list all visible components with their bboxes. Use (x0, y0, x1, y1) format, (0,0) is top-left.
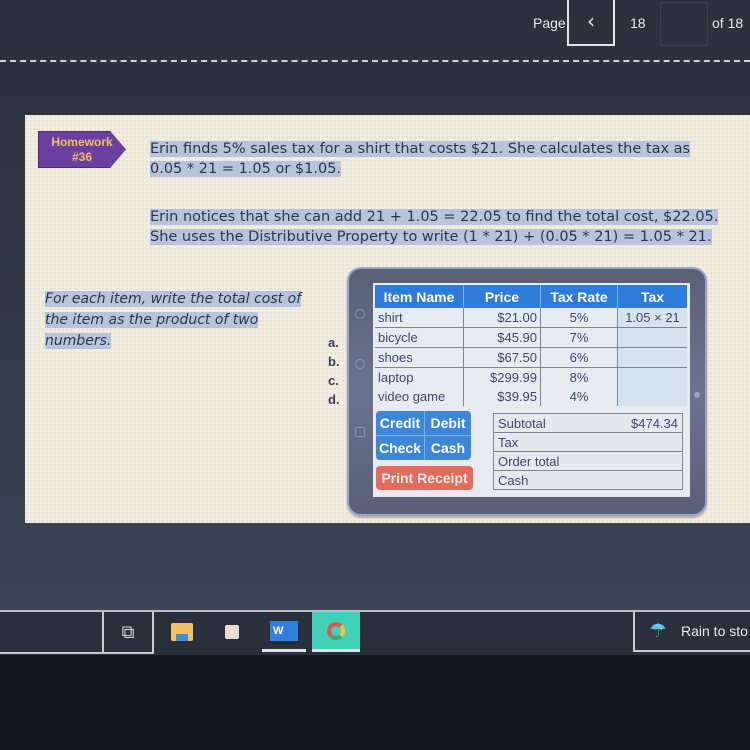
item-price: $39.95 (463, 387, 541, 406)
task-view-icon: ⧉ (121, 621, 135, 643)
homework-slide: Homework #36 Erin finds 5% sales tax for… (25, 115, 750, 523)
taskbar: ⧉ W ☂ Rain to sto (0, 610, 750, 655)
page-navigation: Page ‹ 18 of 18 (0, 0, 750, 60)
order-summary: Subtotal $474.34 Tax Order total Cash (493, 413, 683, 490)
table-row: shirt $21.00 5% 1.05 × 21 (375, 308, 687, 328)
col-header-tax-rate: Tax Rate (540, 285, 618, 308)
table-header-row: Item Name Price Tax Rate Tax (375, 285, 687, 308)
item-letters: a. b. c. d. (328, 333, 348, 409)
summary-label: Order total (493, 451, 599, 471)
paragraph2-line1: Erin notices that she can add 21 + 1.05 … (150, 209, 719, 225)
summary-value: $474.34 (598, 413, 683, 433)
page-label: Page (533, 15, 566, 31)
problem-paragraph-1: Erin finds 5% sales tax for a shirt that… (150, 139, 740, 179)
instruction-text: For each item, write the total cost of t… (45, 289, 323, 352)
item-tax-rate: 7% (540, 327, 618, 348)
screen: Page ‹ 18 of 18 Homework #36 Erin finds … (0, 0, 750, 610)
page-total: of 18 (712, 15, 744, 31)
item-letter: d. (328, 392, 340, 407)
previous-page-button[interactable]: ‹ (567, 0, 615, 46)
col-header-item-name: Item Name (375, 285, 464, 308)
next-page-button[interactable] (660, 2, 708, 46)
item-tax[interactable] (617, 347, 687, 368)
item-tax-rate: 5% (540, 308, 618, 328)
item-name: shoes (375, 347, 464, 368)
instruction-content: For each item, write the total cost of t… (45, 291, 302, 349)
cash-button[interactable]: Cash (425, 436, 471, 460)
col-header-tax: Tax (617, 285, 687, 308)
folder-icon (171, 623, 193, 641)
item-tax-rate: 6% (540, 347, 618, 368)
chrome-button[interactable] (312, 612, 360, 652)
summary-label: Subtotal (493, 413, 599, 433)
word-icon: W (270, 620, 298, 641)
store-icon (225, 625, 239, 639)
chevron-left-icon: ‹ (587, 9, 595, 33)
homework-badge: Homework #36 (38, 131, 126, 168)
current-page-number[interactable]: 18 (630, 15, 646, 31)
microsoft-store-button[interactable] (210, 612, 254, 652)
divider (0, 60, 750, 62)
item-tax[interactable] (617, 327, 687, 348)
summary-value[interactable] (598, 432, 683, 452)
summary-row: Order total (493, 451, 683, 471)
tablet-button-icon (355, 427, 365, 437)
taskbar-search[interactable] (0, 612, 104, 654)
debit-button[interactable]: Debit (425, 411, 471, 436)
word-button[interactable]: W (262, 612, 306, 652)
item-name: video game (375, 387, 464, 406)
summary-value[interactable] (598, 451, 683, 471)
paragraph2-line2: She uses the Distributive Property to wr… (150, 229, 712, 245)
item-letter: c. (328, 373, 339, 388)
item-name: bicycle (375, 327, 464, 348)
table-row: shoes $67.50 6% (375, 347, 687, 368)
summary-row: Subtotal $474.34 (493, 413, 683, 433)
item-tax-rate: 8% (540, 367, 618, 387)
item-name: laptop (375, 367, 464, 387)
file-explorer-button[interactable] (160, 612, 204, 652)
item-price: $299.99 (463, 367, 541, 387)
print-receipt-button[interactable]: Print Receipt (376, 466, 473, 490)
summary-label: Tax (493, 432, 599, 452)
weather-widget[interactable]: ☂ Rain to sto (633, 612, 750, 652)
item-tax[interactable] (617, 367, 687, 387)
weather-text: Rain to sto (681, 623, 748, 639)
item-tax[interactable]: 1.05 × 21 (617, 308, 687, 328)
item-tax[interactable] (617, 387, 687, 406)
item-name: shirt (375, 308, 464, 328)
tablet-button-icon (355, 309, 365, 319)
tablet-camera-icon (694, 392, 700, 398)
check-button[interactable]: Check (376, 436, 425, 460)
register-screen: Item Name Price Tax Rate Tax shirt $21.0… (373, 283, 690, 497)
task-view-button[interactable]: ⧉ (104, 612, 154, 654)
item-letter: a. (328, 335, 339, 350)
tablet-button-icon (355, 359, 365, 369)
chrome-icon (327, 621, 345, 640)
table-row: video game $39.95 4% (375, 387, 687, 406)
item-price: $45.90 (463, 327, 541, 348)
summary-label: Cash (493, 470, 599, 490)
umbrella-icon: ☂ (649, 618, 667, 642)
item-tax-rate: 4% (540, 387, 618, 406)
items-table: Item Name Price Tax Rate Tax shirt $21.0… (375, 285, 687, 406)
paragraph1-line2: 0.05 * 21 = 1.05 or $1.05. (150, 161, 342, 177)
monitor-bezel (0, 655, 750, 750)
cash-register-tablet: Item Name Price Tax Rate Tax shirt $21.0… (347, 267, 707, 516)
summary-value[interactable] (598, 470, 683, 490)
item-letter: b. (328, 354, 340, 369)
summary-row: Tax (493, 432, 683, 452)
table-row: bicycle $45.90 7% (375, 327, 687, 348)
credit-button[interactable]: Credit (376, 411, 425, 436)
table-row: laptop $299.99 8% (375, 367, 687, 387)
badge-line2: #36 (71, 150, 93, 164)
badge-line1: Homework (51, 135, 113, 149)
problem-paragraph-2: Erin notices that she can add 21 + 1.05 … (150, 207, 750, 247)
item-price: $21.00 (463, 308, 541, 328)
paragraph1-line1: Erin finds 5% sales tax for a shirt that… (150, 141, 691, 157)
col-header-price: Price (463, 285, 541, 308)
item-price: $67.50 (463, 347, 541, 368)
summary-row: Cash (493, 470, 683, 490)
